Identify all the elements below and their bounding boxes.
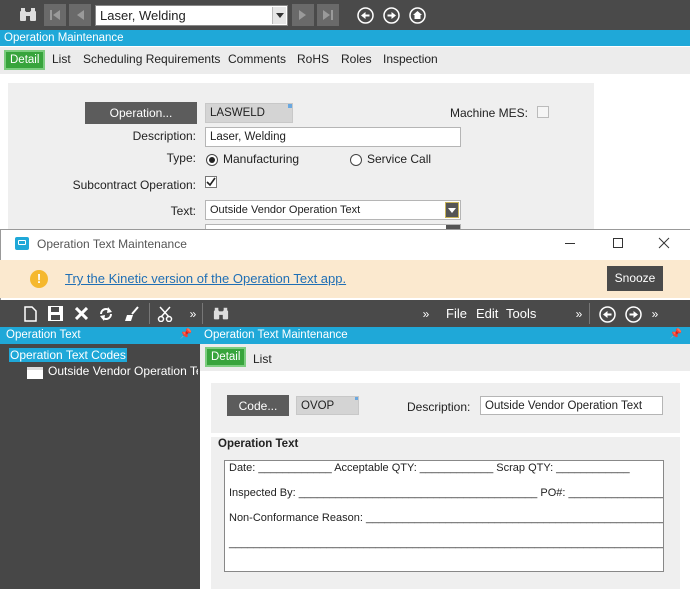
first-record-icon[interactable] xyxy=(44,4,66,26)
text-window-title: Operation Text Maintenance xyxy=(37,237,187,251)
type-manufacturing-label: Manufacturing xyxy=(223,152,300,166)
operation-text-area[interactable]: Date: ____________ Acceptable QTY: _____… xyxy=(224,460,664,572)
forward-circle-icon[interactable] xyxy=(381,5,401,25)
last-record-icon[interactable] xyxy=(317,4,339,26)
main-window-title: Operation Maintenance xyxy=(0,30,690,46)
machine-mes-label: Machine MES: xyxy=(449,106,528,120)
type-service-call-radio[interactable] xyxy=(350,154,362,166)
folder-icon xyxy=(27,367,43,379)
search-binoculars-icon[interactable] xyxy=(212,305,230,322)
back-circle-icon[interactable] xyxy=(355,5,375,25)
code-button[interactable]: Code... xyxy=(227,395,289,416)
tree-pane-header: Operation Text 📌 xyxy=(0,327,200,344)
text-line-blank: ________________________________________… xyxy=(229,537,664,549)
tab-scheduling-requirements[interactable]: Scheduling Requirements xyxy=(83,52,220,66)
record-select-value: Laser, Welding xyxy=(100,8,186,23)
tree-pane-title: Operation Text xyxy=(6,329,81,341)
delete-icon[interactable] xyxy=(72,305,90,322)
text-select-value: Outside Vendor Operation Text xyxy=(210,204,361,216)
type-service-call-label: Service Call xyxy=(367,152,432,166)
record-select[interactable]: Laser, Welding xyxy=(95,5,288,26)
overflow-chevron-icon[interactable]: » xyxy=(420,303,432,324)
description-field[interactable]: Laser, Welding xyxy=(205,127,461,147)
tab-detail[interactable]: Detail xyxy=(205,347,247,367)
text-window-toolbar: » » File Edit Tools » » xyxy=(0,300,690,327)
tab-comments[interactable]: Comments xyxy=(228,52,286,66)
type-manufacturing-radio[interactable] xyxy=(206,154,218,166)
type-label: Type: xyxy=(166,151,196,165)
app-icon xyxy=(15,237,29,250)
tab-roles[interactable]: Roles xyxy=(341,52,372,66)
chevron-down-icon[interactable] xyxy=(272,7,286,24)
overflow-chevron-icon[interactable]: » xyxy=(187,303,199,324)
text-line-date: Date: ____________ Acceptable QTY: _____… xyxy=(229,462,630,474)
new-icon[interactable] xyxy=(22,305,38,322)
kinetic-banner: ! Try the Kinetic version of the Operati… xyxy=(0,260,690,298)
description-label: Description: xyxy=(132,129,196,143)
tab-detail[interactable]: Detail xyxy=(4,50,46,70)
kinetic-link[interactable]: Try the Kinetic version of the Operation… xyxy=(65,271,346,286)
machine-mes-checkbox[interactable] xyxy=(537,106,549,118)
description-label: Description: xyxy=(407,400,471,414)
detail-tab-bar: Detail List xyxy=(200,344,690,371)
next-record-icon[interactable] xyxy=(292,4,314,26)
main-tab-bar: Detail List Scheduling Requirements Comm… xyxy=(0,47,690,74)
main-toolbar: Laser, Welding xyxy=(0,0,690,30)
clear-brush-icon[interactable] xyxy=(123,305,141,322)
text-detail-pane: Operation Text Maintenance 📌 Detail List… xyxy=(200,327,690,589)
cut-icon[interactable] xyxy=(156,305,174,322)
detail-pane-title: Operation Text Maintenance xyxy=(204,329,348,341)
pin-icon[interactable]: 📌 xyxy=(180,327,192,343)
refresh-icon[interactable] xyxy=(97,305,115,322)
pin-icon[interactable]: 📌 xyxy=(670,327,682,343)
text-line-nonconformance: Non-Conformance Reason: ________________… xyxy=(229,512,664,524)
warning-icon: ! xyxy=(30,270,48,288)
home-icon[interactable] xyxy=(407,5,427,25)
save-icon[interactable] xyxy=(46,305,64,322)
field-corner-marker xyxy=(288,104,292,108)
menu-tools[interactable]: Tools xyxy=(506,306,536,321)
subcontract-checkbox[interactable] xyxy=(205,176,217,188)
description-field[interactable]: Outside Vendor Operation Text xyxy=(480,396,663,415)
back-circle-icon[interactable] xyxy=(597,304,617,324)
toolbar-divider xyxy=(202,303,203,324)
tree-root-node[interactable]: Operation Text Codes xyxy=(9,348,127,362)
field-corner-marker xyxy=(355,397,358,400)
maximize-icon[interactable] xyxy=(613,238,623,248)
overflow-chevron-icon[interactable]: » xyxy=(649,303,661,324)
tree-pane: Operation Text 📌 Operation Text Codes Ou… xyxy=(0,327,200,589)
menu-file[interactable]: File xyxy=(446,306,467,321)
menu-edit[interactable]: Edit xyxy=(476,306,498,321)
tab-inspection[interactable]: Inspection xyxy=(383,52,438,66)
operation-id-field: LASWELD xyxy=(205,103,293,123)
close-icon[interactable] xyxy=(657,236,671,250)
previous-record-icon[interactable] xyxy=(69,4,91,26)
text-window-titlebar: Operation Text Maintenance xyxy=(1,230,690,258)
text-select[interactable]: Outside Vendor Operation Text xyxy=(205,200,461,220)
tab-list[interactable]: List xyxy=(52,52,71,66)
subcontract-label: Subcontract Operation: xyxy=(72,178,196,192)
minimize-icon[interactable] xyxy=(565,243,575,244)
binoculars-icon[interactable] xyxy=(18,6,38,24)
text-line-inspected: Inspected By: __________________________… xyxy=(229,487,664,499)
toolbar-divider xyxy=(149,303,150,324)
code-field: OVOP xyxy=(296,396,359,415)
tab-rohs[interactable]: RoHS xyxy=(297,52,329,66)
text-label: Text: xyxy=(170,204,196,218)
operation-text-label: Operation Text xyxy=(218,438,299,450)
forward-circle-icon[interactable] xyxy=(623,304,643,324)
chevron-down-icon[interactable] xyxy=(445,202,459,218)
tab-list[interactable]: List xyxy=(253,352,272,366)
operation-button[interactable]: Operation... xyxy=(85,102,197,124)
tree-child-node[interactable]: Outside Vendor Operation Te xyxy=(48,364,198,378)
overflow-chevron-icon[interactable]: » xyxy=(573,303,585,324)
toolbar-divider xyxy=(589,303,590,324)
snooze-button[interactable]: Snooze xyxy=(607,266,663,291)
detail-pane-header: Operation Text Maintenance 📌 xyxy=(200,327,690,344)
